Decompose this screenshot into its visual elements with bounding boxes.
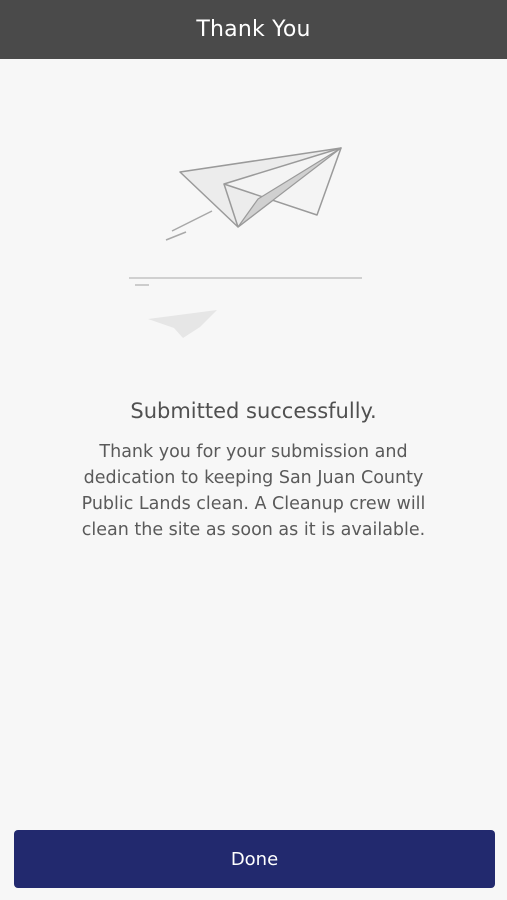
main-content: Submitted successfully. Thank you for yo… [0, 59, 507, 829]
success-message: Thank you for your submission and dedica… [81, 442, 426, 540]
success-heading: Submitted successfully. [130, 399, 377, 423]
done-button[interactable]: Done [14, 830, 495, 888]
page-title: Thank You [196, 17, 311, 42]
top-bar: Thank You [0, 0, 507, 59]
paper-plane-icon [129, 147, 362, 338]
